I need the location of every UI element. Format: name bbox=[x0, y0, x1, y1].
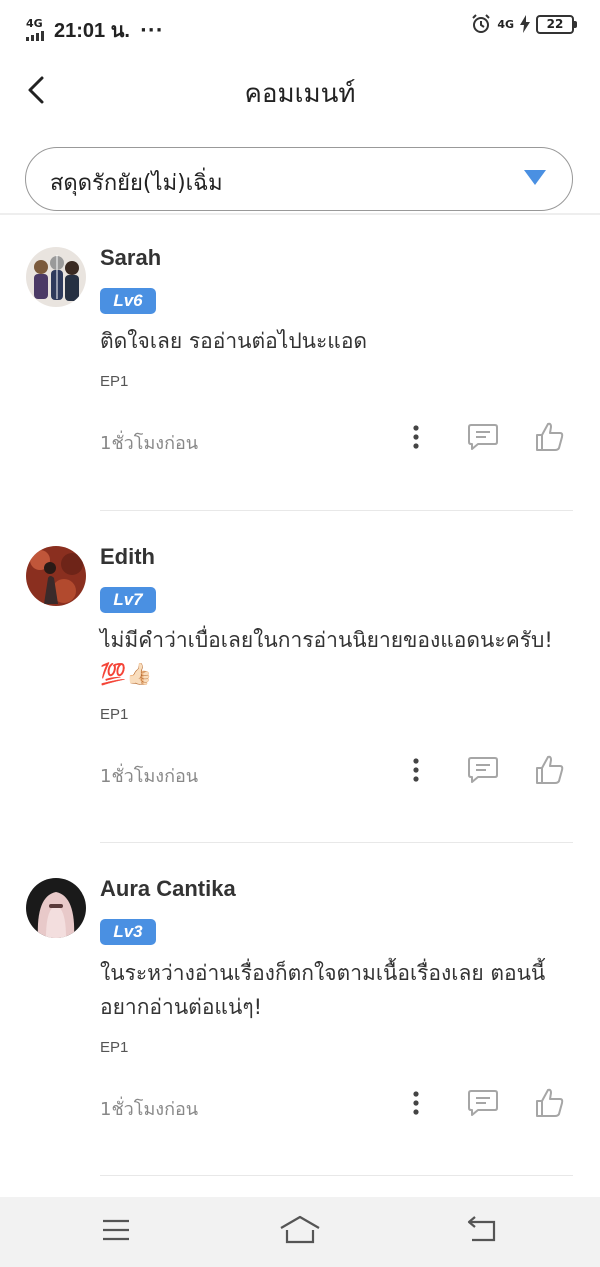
signal-bars-icon bbox=[26, 31, 46, 41]
home-button[interactable] bbox=[279, 1214, 321, 1250]
comment-author[interactable]: Aura Cantika bbox=[100, 876, 236, 902]
thumbs-up-icon bbox=[536, 755, 564, 784]
avatar[interactable] bbox=[26, 546, 86, 606]
level-badge: Lv3 bbox=[100, 919, 156, 945]
comment-text: ในระหว่างอ่านเรื่องก็ตกใจตามเนื้อเรื่องเ… bbox=[100, 961, 546, 1019]
charging-icon bbox=[520, 15, 530, 33]
back-nav-button[interactable] bbox=[464, 1214, 500, 1250]
reply-button[interactable] bbox=[466, 422, 500, 452]
home-icon bbox=[280, 1215, 320, 1244]
comment-icon bbox=[468, 757, 498, 783]
comment-author[interactable]: Sarah bbox=[100, 245, 161, 271]
episode-label: EP1 bbox=[100, 373, 129, 390]
status-right: 4G 22 bbox=[471, 14, 577, 34]
divider bbox=[0, 213, 600, 215]
episode-label: EP1 bbox=[100, 1039, 129, 1056]
thumbs-up-icon bbox=[536, 422, 564, 451]
battery-icon: 22 bbox=[536, 14, 577, 34]
reply-button[interactable] bbox=[466, 1088, 500, 1118]
episode-label: EP1 bbox=[100, 706, 129, 723]
comment-text: ไม่มีคำว่าเบื่อเลยในการอ่านนิยายของแอดนะ… bbox=[100, 628, 553, 686]
comment-author[interactable]: Edith bbox=[100, 544, 155, 570]
comment-time: 1ชั่วโมงก่อน bbox=[100, 766, 199, 787]
network-type-right: 4G bbox=[497, 17, 514, 31]
level-badge: Lv6 bbox=[100, 288, 156, 314]
battery-level: 22 bbox=[546, 16, 564, 31]
comment-icon bbox=[468, 1090, 498, 1116]
thumbs-up-icon bbox=[536, 1088, 564, 1117]
network-type: 4G bbox=[26, 17, 43, 30]
more-options-button[interactable] bbox=[406, 1089, 426, 1119]
menu-icon bbox=[103, 1219, 129, 1241]
level-badge: Lv7 bbox=[100, 587, 156, 613]
more-vertical-icon bbox=[413, 1091, 419, 1115]
menu-button[interactable] bbox=[100, 1214, 132, 1250]
novel-selector-dropdown[interactable]: สดุดรักยัย(ไม่)เฉิ่ม bbox=[25, 147, 573, 211]
more-options-button[interactable] bbox=[406, 756, 426, 786]
status-left: 4G 21:01 น. ··· bbox=[26, 14, 163, 46]
comment-divider bbox=[100, 842, 573, 843]
avatar[interactable] bbox=[26, 878, 86, 938]
alarm-icon bbox=[472, 14, 491, 33]
more-vertical-icon bbox=[413, 425, 419, 449]
like-button[interactable] bbox=[533, 421, 567, 453]
selector-value: สดุดรักยัย(ไม่)เฉิ่ม bbox=[50, 171, 223, 196]
app-header: คอมเมนท์ bbox=[0, 56, 600, 126]
comment-icon bbox=[468, 424, 498, 450]
status-time: 21:01 น. bbox=[54, 20, 130, 42]
signal-indicator: 4G bbox=[26, 17, 46, 41]
comment-text: ติดใจเลย รออ่านต่อไปนะแอด bbox=[100, 329, 368, 353]
page-title: คอมเมนท์ bbox=[244, 79, 356, 109]
more-notifications-icon: ··· bbox=[139, 19, 164, 41]
more-vertical-icon bbox=[413, 758, 419, 782]
back-arrow-icon bbox=[467, 1216, 496, 1242]
comment-divider bbox=[100, 510, 573, 511]
more-options-button[interactable] bbox=[406, 423, 426, 453]
comment-time: 1ชั่วโมงก่อน bbox=[100, 1099, 199, 1120]
status-bar: 4G 21:01 น. ··· 4G 22 bbox=[0, 0, 600, 56]
comment-time: 1ชั่วโมงก่อน bbox=[100, 433, 199, 454]
comment-divider bbox=[100, 1175, 573, 1176]
reply-button[interactable] bbox=[466, 755, 500, 785]
triangle-down-icon bbox=[524, 170, 546, 185]
like-button[interactable] bbox=[533, 1087, 567, 1119]
avatar[interactable] bbox=[26, 247, 86, 307]
like-button[interactable] bbox=[533, 754, 567, 786]
system-nav-bar bbox=[0, 1197, 600, 1267]
